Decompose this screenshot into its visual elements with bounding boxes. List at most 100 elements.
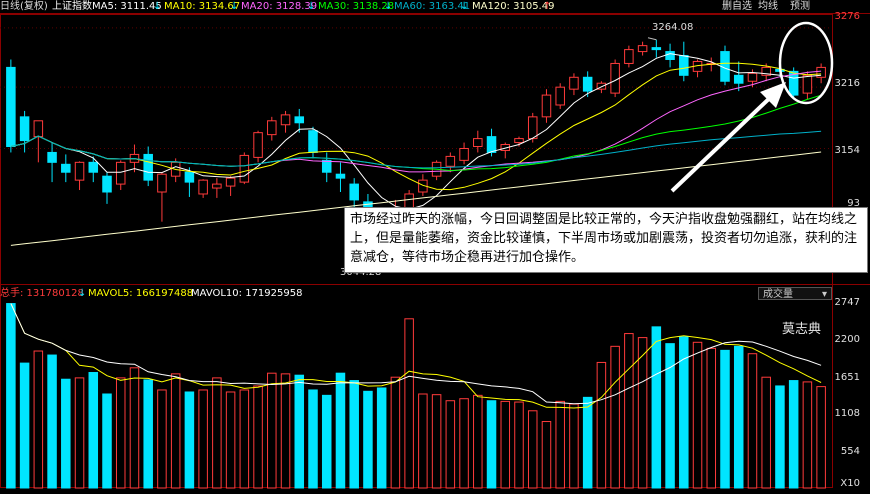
volume-bar-up bbox=[267, 372, 277, 489]
candle-body-down bbox=[321, 159, 332, 173]
indicator-dropdown[interactable]: 成交量 ▾ bbox=[758, 287, 832, 300]
volume-bar-down bbox=[651, 326, 662, 489]
chart-stage: 日线(复权) 上证指数 MA5: 3111.45 ↓ MA10: 3134.67… bbox=[0, 0, 870, 494]
volume-axis-label-0: 2747 bbox=[834, 297, 860, 308]
volume-bar-up bbox=[624, 333, 634, 489]
candle-body-down bbox=[582, 76, 593, 92]
candle-body-down bbox=[184, 171, 195, 183]
total-volume-trend-icon: ↓ bbox=[78, 288, 87, 299]
candle-body-down bbox=[61, 163, 71, 173]
volume-bar-up bbox=[129, 367, 140, 489]
candle-body-down bbox=[88, 161, 99, 173]
ma10-trend-icon: ↓ bbox=[230, 1, 239, 12]
candle-body-down bbox=[102, 175, 112, 193]
volume-bar-up bbox=[198, 389, 208, 489]
volume-bar-down bbox=[88, 372, 99, 489]
volume-bar-down bbox=[6, 303, 16, 489]
indicator-dropdown-label: 成交量 bbox=[763, 289, 793, 300]
price-axis-label-low: 3154 bbox=[834, 145, 860, 156]
volume-bar-up bbox=[500, 400, 511, 489]
ma20-value: MA20: 3128.39 bbox=[241, 1, 318, 12]
volume-axis-label-1: 2200 bbox=[834, 334, 860, 345]
volume-bar-down bbox=[102, 393, 112, 489]
volume-axis-label-2: 1651 bbox=[834, 372, 860, 383]
candle-body-up bbox=[33, 120, 44, 138]
volume-bar-up bbox=[225, 391, 236, 489]
candle-body-up bbox=[624, 49, 634, 64]
volume-axis-label-5: X10 bbox=[840, 478, 860, 489]
commentary-box: 市场经过昨天的涨幅，今日回调整固是比较正常的，今天沪指收盘勉强翻红，站在均线之上… bbox=[344, 207, 868, 273]
volume-bar-up bbox=[761, 376, 771, 489]
volume-bar-up bbox=[596, 361, 607, 489]
volume-bar-up bbox=[459, 398, 469, 489]
candle-body-up bbox=[212, 183, 222, 189]
volume-bar-down bbox=[733, 345, 744, 489]
candle-body-up bbox=[569, 76, 579, 90]
ma120-trend-icon: ↑ bbox=[543, 1, 552, 12]
candle-body-up bbox=[74, 161, 85, 181]
volume-bar-down bbox=[47, 354, 57, 489]
candle-body-up bbox=[239, 154, 250, 183]
total-volume: 总手: 131780128 bbox=[0, 288, 84, 299]
candle-body-up bbox=[555, 86, 565, 106]
ma-settings-button[interactable]: 均线 bbox=[758, 0, 778, 14]
ma5-value: MA5: 3111.45 bbox=[92, 1, 162, 12]
candle-body-up bbox=[198, 179, 208, 195]
volume-bar-up bbox=[239, 389, 250, 489]
chevron-down-icon: ▾ bbox=[821, 289, 827, 300]
candle-body-up bbox=[459, 147, 469, 161]
price-axis-label-mid: 3216 bbox=[834, 78, 860, 89]
candle-body-down bbox=[6, 66, 16, 148]
volume-bar-down bbox=[376, 387, 387, 489]
candle-body-up bbox=[747, 72, 758, 82]
volume-bar-up bbox=[747, 353, 758, 489]
candle-body-up bbox=[802, 74, 813, 94]
candle-body-down bbox=[349, 183, 359, 201]
ma5-line bbox=[10, 53, 822, 210]
ma60-trend-icon: ↓ bbox=[460, 1, 469, 12]
volume-bar-up bbox=[473, 394, 483, 489]
remove-watchlist-button[interactable]: 删自选 bbox=[722, 0, 752, 14]
volume-bar-up bbox=[253, 385, 263, 489]
ma10-line bbox=[10, 62, 822, 191]
candle-body-up bbox=[473, 138, 483, 148]
volume-axis-label-3: 1108 bbox=[834, 408, 860, 419]
volume-bar-up bbox=[816, 386, 826, 489]
candle-body-down bbox=[19, 116, 30, 142]
candle-body-up bbox=[253, 132, 263, 158]
volume-bar-up bbox=[692, 341, 703, 489]
high-marker-line bbox=[647, 37, 657, 41]
candle-body-down bbox=[47, 151, 57, 163]
volume-bar-up bbox=[569, 403, 579, 489]
volume-bar-down bbox=[335, 372, 346, 489]
ma60-value: MA60: 3163.41 bbox=[394, 1, 471, 12]
volume-bar-down bbox=[720, 349, 730, 489]
volume-bar-up bbox=[445, 400, 456, 489]
candle-body-down bbox=[679, 55, 689, 76]
candle-body-up bbox=[115, 161, 126, 185]
volume-bar-up bbox=[157, 389, 167, 489]
volume-bar-up bbox=[541, 421, 552, 489]
ma20-trend-icon: ↓ bbox=[307, 1, 316, 12]
volume-bar-down bbox=[363, 390, 373, 489]
volume-bar-up bbox=[418, 393, 428, 489]
mavol10-value: MAVOL10: 171925958 bbox=[191, 288, 303, 299]
candle-body-down bbox=[335, 173, 346, 179]
mavol5-value: MAVOL5: 166197488 bbox=[88, 288, 194, 299]
volume-bar-down bbox=[308, 389, 318, 489]
candle-body-down bbox=[733, 74, 744, 84]
volume-bar-up bbox=[212, 377, 222, 489]
candle-body-up bbox=[541, 94, 552, 118]
volume-bar-up bbox=[74, 377, 85, 489]
forecast-button[interactable]: 预测 bbox=[790, 0, 810, 14]
candle-body-up bbox=[514, 138, 524, 144]
volume-bar-up bbox=[33, 350, 44, 489]
candle-body-down bbox=[486, 136, 497, 153]
volume-bar-up bbox=[802, 381, 813, 489]
candle-body-down bbox=[665, 51, 675, 60]
volume-bar-up bbox=[637, 337, 648, 489]
volume-bar-down bbox=[184, 391, 195, 489]
volume-bar-down bbox=[19, 362, 30, 489]
volume-bar-down bbox=[679, 336, 689, 489]
volume-bar-down bbox=[775, 385, 785, 489]
